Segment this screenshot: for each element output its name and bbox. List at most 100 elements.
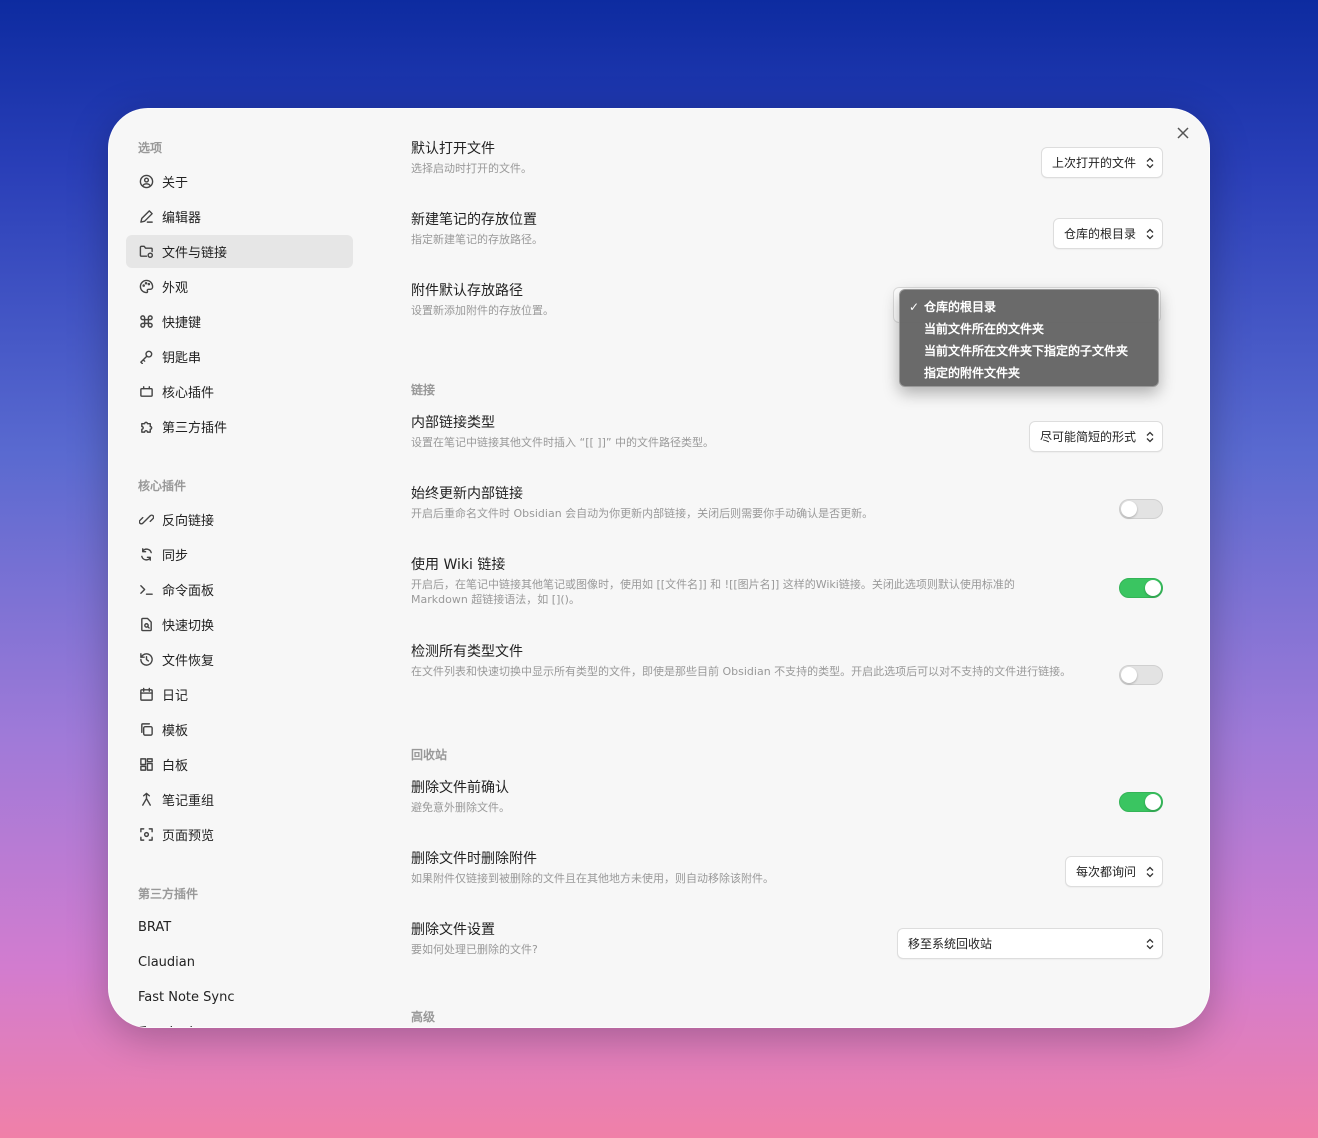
sidebar-item-label: 钥匙串	[162, 351, 202, 366]
setting-wikilinks: 使用 Wiki 链接 开启后，在笔记中链接其他笔记或图像时，使用如 [[文件名]…	[411, 555, 1163, 607]
toggle-knob	[1121, 667, 1137, 683]
sidebar-item-label: 快速切换	[162, 619, 215, 634]
close-button[interactable]	[1171, 121, 1195, 145]
close-icon	[1177, 127, 1189, 139]
sidebar-item-about[interactable]: 关于	[126, 165, 353, 198]
wikilinks-toggle[interactable]	[1119, 578, 1163, 598]
section-header-advanced: 高级	[411, 1010, 436, 1024]
sidebar-item-claudian[interactable]: Claudian	[126, 946, 353, 979]
section-header-links: 链接	[411, 383, 436, 397]
new-note-location-select[interactable]: 仓库的根目录	[1052, 218, 1163, 249]
sidebar-item-command-palette[interactable]: 命令面板	[126, 573, 353, 606]
option-label: 当前文件所在的文件夹	[924, 322, 1045, 336]
key-icon	[138, 349, 154, 365]
select-value: 移至系统回收站	[908, 937, 993, 951]
sidebar-item-core-plugins[interactable]: 核心插件	[126, 375, 353, 408]
history-icon	[138, 652, 154, 668]
setting-desc: 指定新建笔记的存放路径。	[411, 233, 543, 246]
setting-trash-option: 删除文件设置 要如何处理已删除的文件? 移至系统回收站	[411, 920, 1163, 959]
sidebar-item-files-links[interactable]: 文件与链接	[126, 235, 353, 268]
sync-icon	[138, 547, 154, 563]
sidebar-item-label: 同步	[162, 549, 189, 564]
toggle-knob	[1145, 794, 1161, 810]
backlink-icon	[138, 512, 154, 528]
detect-all-files-toggle[interactable]	[1119, 665, 1163, 685]
sidebar-item-brat[interactable]: BRAT	[126, 911, 353, 944]
link-format-select[interactable]: 尽可能简短的形式	[1028, 421, 1163, 452]
select-value: 仓库的根目录	[1063, 227, 1136, 241]
sidebar-item-label: 文件恢复	[162, 654, 215, 669]
settings-sidebar: 选项 关于 编辑器 文件与链接 外观 快捷键 钥匙串 核心插件 第三方插件 核心…	[109, 109, 369, 1027]
pencil-icon	[138, 209, 154, 225]
default-file-select[interactable]: 上次打开的文件	[1040, 147, 1163, 178]
sidebar-item-label: 白板	[162, 759, 189, 774]
setting-new-note-location: 新建笔记的存放位置 指定新建笔记的存放路径。 仓库的根目录	[411, 210, 1163, 249]
dropdown-option[interactable]: 当前文件所在的文件夹	[900, 318, 1158, 340]
sidebar-item-label: 快捷键	[162, 316, 202, 331]
option-label: 仓库的根目录	[924, 300, 997, 314]
sidebar-item-label: 反向链接	[162, 514, 215, 529]
sidebar-item-backlinks[interactable]: 反向链接	[126, 503, 353, 536]
sidebar-item-canvas[interactable]: 白板	[126, 748, 353, 781]
sidebar-item-label: 文件与链接	[162, 246, 228, 261]
delete-attachments-select[interactable]: 每次都询问	[1064, 856, 1163, 887]
setting-desc: 如果附件仅链接到被删除的文件且在其他地方未使用，则自动移除该附件。	[411, 872, 774, 885]
copy-icon	[138, 722, 154, 738]
section-header-trash: 回收站	[411, 748, 448, 762]
trash-option-select[interactable]: 移至系统回收站	[897, 928, 1163, 959]
setting-name: 使用 Wiki 链接	[411, 557, 506, 573]
toggle-knob	[1145, 580, 1161, 596]
plug-icon	[138, 384, 154, 400]
sidebar-item-label: 外观	[162, 281, 189, 296]
sidebar-item-file-recovery[interactable]: 文件恢复	[126, 643, 353, 676]
chevron-updown-icon	[1146, 938, 1154, 950]
setting-auto-update-links: 始终更新内部链接 开启后重命名文件时 Obsidian 会自动为你更新内部链接，…	[411, 484, 1163, 521]
setting-detect-all-files: 检测所有类型文件 在文件列表和快速切换中显示所有类型的文件，即使是那些目前 Ob…	[411, 642, 1163, 685]
sidebar-item-community-plugins[interactable]: 第三方插件	[126, 410, 353, 443]
sidebar-item-hotkeys[interactable]: 快捷键	[126, 305, 353, 338]
select-value: 每次都询问	[1075, 865, 1136, 879]
sidebar-item-appearance[interactable]: 外观	[126, 270, 353, 303]
calendar-icon	[138, 687, 154, 703]
attachment-location-dropdown-menu: ✓ 仓库的根目录 当前文件所在的文件夹 当前文件所在文件夹下指定的子文件夹 指定…	[899, 289, 1159, 387]
sidebar-item-page-preview[interactable]: 页面预览	[126, 818, 353, 851]
select-value: 尽可能简短的形式	[1039, 430, 1136, 444]
sidebar-item-quick-switcher[interactable]: 快速切换	[126, 608, 353, 641]
setting-default-file: 默认打开文件 选择启动时打开的文件。 上次打开的文件	[411, 139, 1163, 178]
preview-icon	[138, 827, 154, 843]
setting-name: 删除文件时删除附件	[411, 851, 537, 867]
auto-update-links-toggle[interactable]	[1119, 499, 1163, 519]
chevron-updown-icon	[1146, 431, 1154, 443]
puzzle-icon	[138, 419, 154, 435]
sidebar-item-editor[interactable]: 编辑器	[126, 200, 353, 233]
sidebar-item-label: 页面预览	[162, 829, 215, 844]
sidebar-item-label: 笔记重组	[162, 794, 215, 809]
select-value: 上次打开的文件	[1051, 156, 1136, 170]
confirm-delete-toggle[interactable]	[1119, 792, 1163, 812]
sidebar-item-sync[interactable]: 同步	[126, 538, 353, 571]
sidebar-item-label: 关于	[162, 176, 189, 191]
folder-link-icon	[138, 244, 154, 260]
sidebar-item-terminal[interactable]: Terminal	[126, 1016, 353, 1027]
palette-icon	[138, 279, 154, 295]
chevron-updown-icon	[1146, 157, 1154, 169]
checkmark-icon: ✓	[909, 300, 920, 314]
sidebar-item-templates[interactable]: 模板	[126, 713, 353, 746]
chevron-updown-icon	[1146, 228, 1154, 240]
toggle-knob	[1121, 501, 1137, 517]
dropdown-option[interactable]: 当前文件所在文件夹下指定的子文件夹	[900, 340, 1158, 362]
sidebar-item-fast-note-sync[interactable]: Fast Note Sync	[126, 981, 353, 1014]
setting-desc: 避免意外删除文件。	[411, 801, 510, 814]
option-label: 指定的附件文件夹	[924, 366, 1021, 380]
sidebar-item-daily-notes[interactable]: 日记	[126, 678, 353, 711]
setting-name: 新建笔记的存放位置	[411, 212, 537, 228]
sidebar-item-note-composer[interactable]: 笔记重组	[126, 783, 353, 816]
sidebar-item-label: 编辑器	[162, 211, 202, 226]
dropdown-option[interactable]: ✓ 仓库的根目录	[900, 296, 1158, 318]
sidebar-item-keychain[interactable]: 钥匙串	[126, 340, 353, 373]
setting-name: 检测所有类型文件	[411, 644, 523, 660]
chevron-updown-icon	[1146, 866, 1154, 878]
dropdown-option[interactable]: 指定的附件文件夹	[900, 362, 1158, 384]
merge-icon	[138, 792, 154, 808]
sidebar-item-label: 核心插件	[162, 386, 215, 401]
